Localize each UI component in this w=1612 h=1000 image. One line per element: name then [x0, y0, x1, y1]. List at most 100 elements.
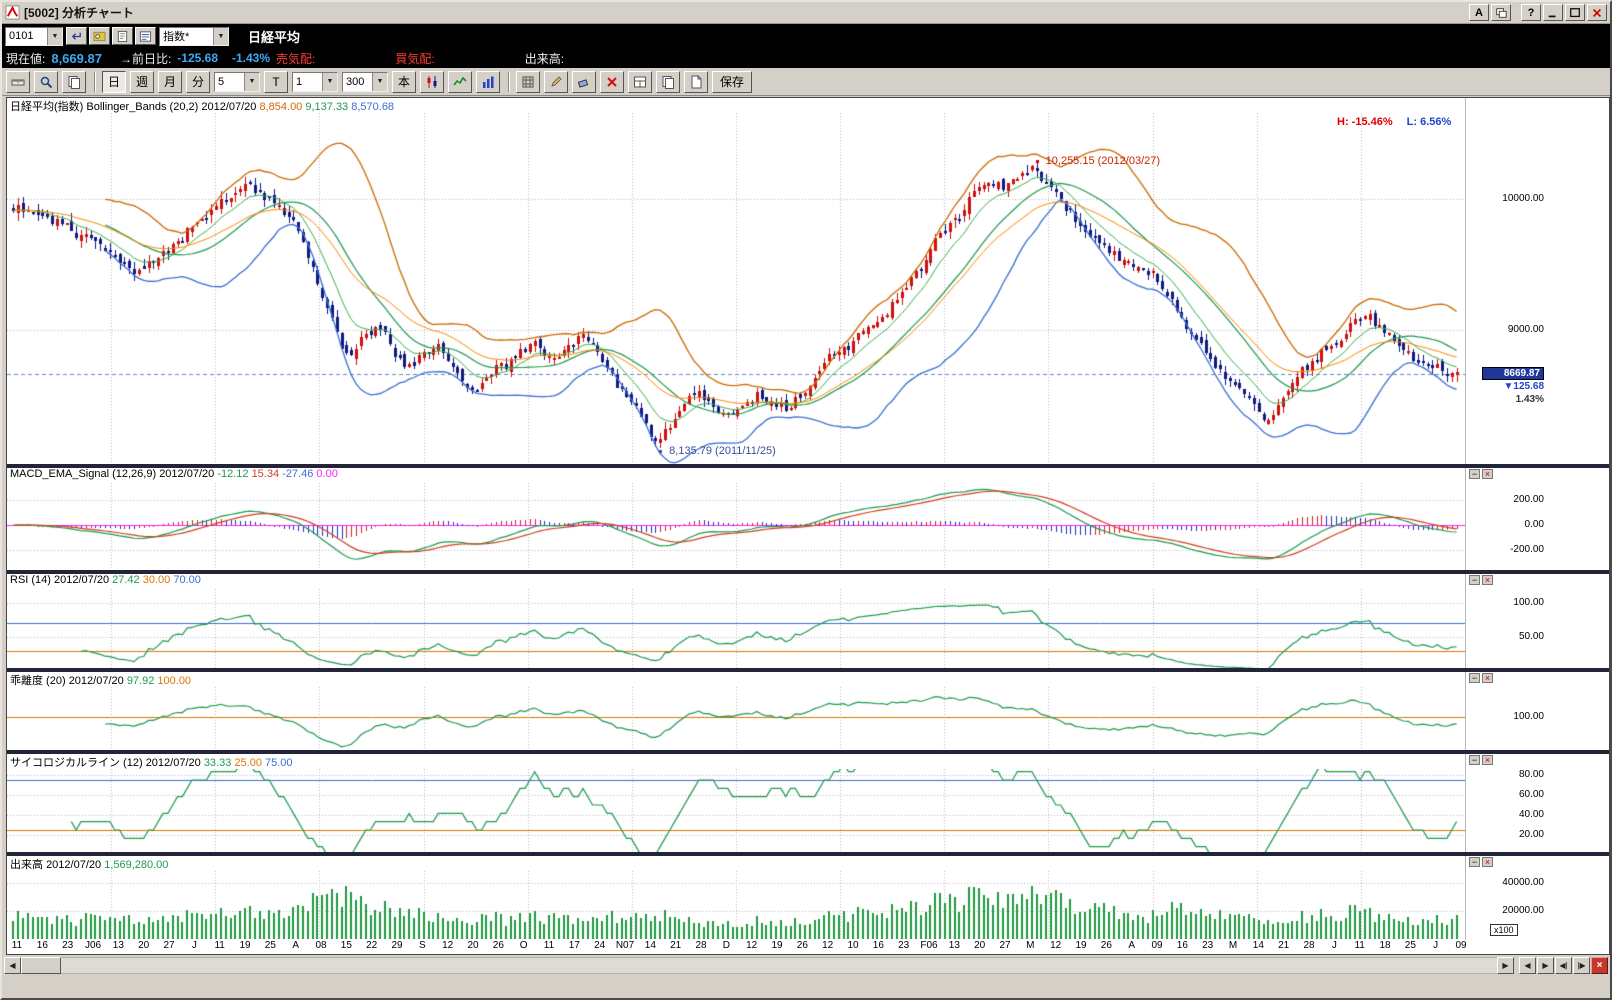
xaxis-label: 12 — [822, 940, 834, 951]
axis-label: 50.00 — [1518, 631, 1544, 643]
panel-close-button[interactable]: × — [1482, 755, 1493, 765]
axis-gutter-vol: 40000.00 20000.00 − × x100 — [1465, 856, 1609, 940]
candlestick-style-button[interactable] — [420, 70, 444, 93]
line-style-button[interactable] — [448, 70, 472, 93]
chevron-down-icon[interactable]: ▼ — [372, 72, 387, 91]
chevron-down-icon[interactable]: ▼ — [47, 27, 62, 45]
font-size-button[interactable]: A — [1469, 4, 1489, 21]
panel-close-button[interactable]: × — [1482, 857, 1493, 867]
axis-label: 40000.00 — [1502, 876, 1544, 888]
bar-count-select-value: 300 — [346, 75, 365, 88]
chart-canvas-macd[interactable] — [7, 483, 1465, 570]
close-strip-button[interactable]: × — [1591, 957, 1608, 974]
chevron-down-icon[interactable]: ▼ — [322, 72, 337, 91]
enter-button[interactable] — [66, 27, 87, 45]
grid-button[interactable] — [516, 70, 540, 93]
news-button[interactable] — [135, 27, 156, 45]
chevron-down-icon[interactable]: ▼ — [213, 27, 228, 45]
measure-button[interactable] — [6, 70, 30, 93]
panel-minimize-button[interactable]: − — [1469, 857, 1480, 867]
layout-button[interactable] — [628, 70, 652, 93]
panel-macd: MACD_EMA_Signal (12,26,9) 2012/07/20 -12… — [7, 468, 1609, 570]
last-bar-button[interactable]: |▶ — [1573, 957, 1590, 974]
bar-style-button[interactable] — [476, 70, 500, 93]
panel-close-button[interactable]: × — [1482, 469, 1493, 479]
axis-label: 40.00 — [1518, 809, 1544, 820]
panel-splitter[interactable] — [7, 668, 1609, 672]
period-daily-button[interactable]: 日 — [102, 70, 126, 93]
xaxis-label: F06 — [920, 940, 938, 951]
window-arrange-button[interactable] — [1491, 4, 1511, 21]
scroll-left-button[interactable]: ◀ — [4, 957, 21, 974]
memo-button[interactable] — [112, 27, 133, 45]
current-price-axis-badge: 8669.87 — [1482, 366, 1544, 380]
titlebar[interactable]: [5002] 分析チャート A? — [2, 2, 1610, 24]
panel-minimize-button[interactable]: − — [1469, 673, 1480, 683]
copy-chart-button[interactable] — [62, 70, 86, 93]
chart-canvas-main[interactable] — [7, 113, 1465, 464]
axis-label: 9000.00 — [1507, 324, 1544, 336]
zoom-button[interactable] — [34, 70, 58, 93]
panel-minimize-button[interactable]: − — [1469, 575, 1480, 585]
scroll-right-button[interactable]: ▶ — [1497, 957, 1514, 974]
xaxis-label: 26 — [796, 940, 808, 951]
xaxis-label: 09 — [1151, 940, 1163, 951]
chart-canvas-rsi[interactable] — [7, 589, 1465, 668]
step-forward-button[interactable]: ▶ — [1537, 957, 1554, 974]
tick-button[interactable]: T — [264, 70, 288, 93]
first-bar-button[interactable]: ◀| — [1555, 957, 1572, 974]
panel-splitter[interactable] — [7, 852, 1609, 856]
panel-close-button[interactable]: × — [1482, 673, 1493, 683]
panel-splitter[interactable] — [7, 570, 1609, 574]
xaxis-label: 23 — [898, 940, 910, 951]
horizontal-scrollbar[interactable]: ◀ ▶ ◀ ▶ ◀| |▶ × — [4, 957, 1608, 974]
erase-button[interactable] — [572, 70, 596, 93]
chart-canvas-kairi[interactable] — [7, 687, 1465, 750]
xaxis-label: 22 — [366, 940, 378, 951]
xaxis-labels: 11 16 23 J06 13 20 27 J 11 19 25 A 08 15 22 29 S 12 20 26 O 1… — [6, 939, 1610, 955]
xaxis-label: 17 — [568, 940, 580, 951]
draw-button[interactable] — [544, 70, 568, 93]
panel-splitter[interactable] — [7, 750, 1609, 754]
xaxis-label: N07 — [615, 940, 635, 951]
bars-button[interactable]: 本 — [392, 70, 416, 93]
category-select[interactable]: 指数* ▼ — [159, 26, 229, 46]
chart-canvas-vol[interactable] — [7, 871, 1465, 940]
xaxis-label: 16 — [872, 940, 884, 951]
xaxis-label: 18 — [1379, 940, 1391, 951]
save-button[interactable]: 保存 — [712, 70, 753, 93]
panel-close-button[interactable]: × — [1482, 575, 1493, 585]
xaxis-label: 26 — [1100, 940, 1112, 951]
chart-canvas-psy[interactable] — [7, 769, 1465, 852]
minimize-button[interactable] — [1543, 4, 1563, 21]
xaxis-label: 09 — [1455, 940, 1467, 951]
panel-splitter[interactable] — [7, 464, 1609, 468]
delete-drawing-button[interactable] — [600, 70, 624, 93]
symbol-bar-buttons — [66, 27, 156, 45]
panel-kairi: 乖離度 (20) 2012/07/20 97.92 100.00 100.00 − × — [7, 672, 1609, 750]
scroll-track[interactable] — [61, 957, 1497, 974]
new-page-button[interactable] — [684, 70, 708, 93]
step-back-button[interactable]: ◀ — [1519, 957, 1536, 974]
axis-label: 80.00 — [1518, 769, 1544, 780]
help-button[interactable]: ? — [1521, 4, 1541, 21]
chevron-down-icon[interactable]: ▼ — [244, 72, 259, 91]
maximize-button[interactable] — [1565, 4, 1585, 21]
change-value: -125.68 — [177, 51, 218, 65]
period-monthly-button[interactable]: 月 — [158, 70, 182, 93]
period-minute-button[interactable]: 分 — [186, 70, 210, 93]
symbol-code-value: 0101 — [9, 30, 34, 42]
axis-gutter-kairi: 100.00 − × — [1465, 672, 1609, 750]
register-button[interactable] — [89, 27, 110, 45]
bar-count-select[interactable]: 300 ▼ — [342, 71, 388, 92]
minute-interval-select[interactable]: 5 ▼ — [214, 71, 260, 92]
panel-minimize-button[interactable]: − — [1469, 755, 1480, 765]
close-button[interactable] — [1587, 4, 1607, 21]
panel-minimize-button[interactable]: − — [1469, 469, 1480, 479]
unit-select[interactable]: 1 ▼ — [292, 71, 338, 92]
copy-button[interactable] — [656, 70, 680, 93]
period-weekly-button[interactable]: 週 — [130, 70, 154, 93]
symbol-code-select[interactable]: 0101 ▼ — [5, 26, 63, 46]
scroll-thumb[interactable] — [21, 957, 61, 974]
ask-label: 売気配: — [276, 51, 316, 66]
